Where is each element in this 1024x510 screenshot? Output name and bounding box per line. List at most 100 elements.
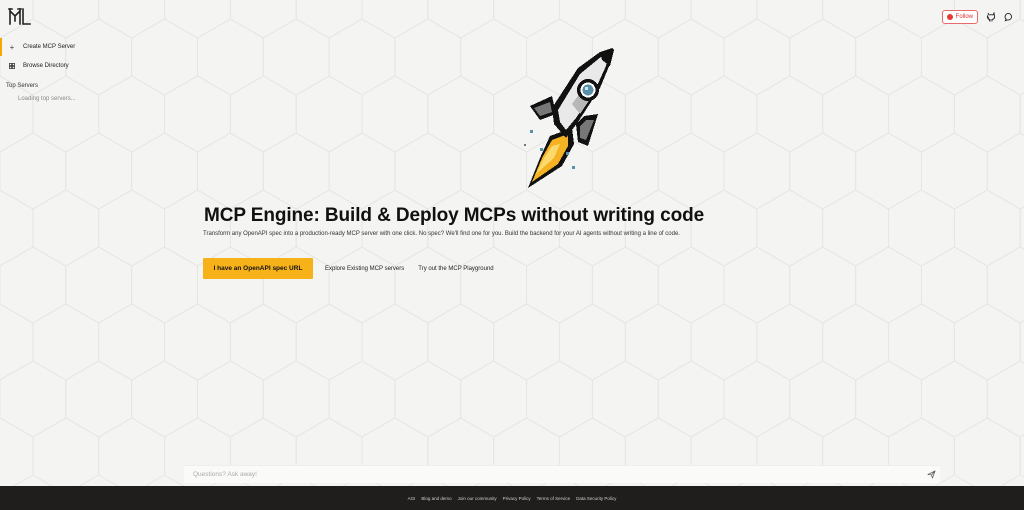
cta-row: I have an OpenAPI spec URL Explore Exist… — [203, 258, 496, 279]
hexagon-shape — [756, 303, 824, 381]
hexagon-shape — [427, 75, 495, 153]
footer-link-terms[interactable]: Terms of Service — [537, 496, 571, 501]
follow-label: Follow — [955, 14, 973, 20]
hexagon-shape — [723, 360, 791, 438]
hexagon-shape — [197, 360, 264, 438]
hexagon-shape — [98, 417, 165, 486]
github-icon[interactable] — [986, 12, 996, 22]
hexagon-shape — [888, 75, 955, 153]
hexagon-shape — [789, 246, 857, 324]
page-title: MCP Engine: Build & Deploy MCPs without … — [204, 205, 705, 226]
sidebar-item-label: Browse Directory — [23, 63, 69, 69]
ask-input[interactable] — [193, 471, 793, 478]
hexagon-shape — [394, 18, 462, 96]
hexagon-shape — [328, 360, 396, 438]
hexagon-shape — [164, 189, 231, 267]
hexagon-shape — [690, 75, 758, 153]
hexagon-shape — [953, 417, 1021, 486]
hexagon-shape — [657, 246, 725, 324]
hexagon-shape — [559, 189, 626, 267]
hexagon-shape — [559, 303, 626, 381]
hexagon-shape — [361, 75, 429, 153]
footer-link-community[interactable]: Join our community — [458, 496, 497, 501]
hexagon-shape — [197, 132, 264, 210]
chat-icon[interactable] — [1004, 12, 1014, 22]
hexagon-shape — [723, 246, 791, 324]
follow-button[interactable]: Follow — [941, 10, 978, 24]
hexagon-shape — [131, 246, 198, 324]
hexagon-shape — [822, 303, 889, 381]
hexagon-shape — [131, 360, 198, 438]
footer-link-security[interactable]: Data Security Policy — [576, 496, 616, 501]
openapi-spec-button[interactable]: I have an OpenAPI spec URL — [203, 258, 313, 279]
hexagon-shape — [789, 18, 857, 96]
hexagon-shape — [361, 0, 429, 39]
hexagon-shape — [624, 303, 692, 381]
hexagon-shape — [789, 132, 857, 210]
hexagon-shape — [888, 189, 955, 267]
logo-icon[interactable] — [8, 7, 32, 27]
playground-link[interactable]: Try out the MCP Playground — [416, 266, 495, 272]
hexagon-shape — [559, 0, 626, 39]
hexagon-shape — [986, 360, 1024, 438]
hexagon-shape — [131, 132, 198, 210]
hexagon-shape — [0, 132, 67, 210]
sidebar-item-create-mcp-server[interactable]: + Create MCP Server — [0, 38, 180, 56]
hexagon-shape — [229, 75, 297, 153]
loading-text: Loading top servers... — [18, 96, 76, 102]
hexagon-shape — [460, 18, 527, 96]
explore-servers-link[interactable]: Explore Existing MCP servers — [323, 266, 406, 272]
hexagon-shape — [229, 189, 297, 267]
hexagon-shape — [855, 246, 922, 324]
hexagon-shape — [723, 18, 791, 96]
hexagon-shape — [262, 132, 330, 210]
hexagon-shape — [624, 75, 692, 153]
sidebar-item-browse-directory[interactable]: Browse Directory — [0, 57, 180, 75]
hexagon-shape — [262, 18, 330, 96]
hexagon-shape — [921, 18, 988, 96]
rocket-illustration — [524, 48, 614, 188]
hexagon-shape — [0, 189, 34, 267]
page: Follow + Create MCP Server Browse Direct… — [0, 0, 1024, 510]
footer-link-blog[interactable]: Blog and demo — [421, 496, 451, 501]
grid-icon — [9, 62, 16, 71]
hexagon-shape — [888, 303, 955, 381]
hexagon-shape — [262, 360, 330, 438]
hexagon-shape — [657, 132, 725, 210]
hexagon-shape — [98, 0, 165, 39]
hexagon-shape — [0, 360, 67, 438]
hexagon-shape — [855, 18, 922, 96]
hexagon-shape — [460, 132, 527, 210]
plus-icon: + — [9, 42, 15, 52]
hexagon-shape — [493, 303, 560, 381]
hexagon-shape — [460, 360, 527, 438]
hexagon-shape — [756, 0, 824, 39]
footer-link-agi[interactable]: AGI — [408, 496, 416, 501]
hexagon-shape — [295, 75, 363, 153]
hexagon-shape — [394, 360, 462, 438]
hexagon-shape — [855, 132, 922, 210]
hexagon-shape — [789, 360, 857, 438]
hexagon-shape — [657, 18, 725, 96]
footer-link-privacy[interactable]: Privacy Policy — [503, 496, 531, 501]
hexagon-shape — [526, 246, 593, 324]
follow-icon — [946, 14, 953, 20]
hexagon-shape — [986, 18, 1024, 96]
hero-subtitle: Transform any OpenAPI spec into a produc… — [203, 231, 680, 237]
send-icon[interactable] — [927, 470, 936, 479]
hexagon-shape — [164, 0, 231, 39]
hexagon-shape — [328, 18, 396, 96]
hexagon-shape — [229, 303, 297, 381]
hexagon-shape — [1019, 92, 1024, 136]
hexagon-shape — [756, 75, 824, 153]
hexagon-shape — [0, 417, 34, 486]
hexagon-shape — [493, 189, 560, 267]
hexagon-shape — [953, 303, 1021, 381]
hexagon-shape — [690, 189, 758, 267]
hexagon-shape — [690, 303, 758, 381]
hexagon-shape — [657, 360, 725, 438]
hexagon-shape — [1019, 434, 1024, 478]
hexagon-shape — [526, 360, 593, 438]
hexagon-shape — [394, 132, 462, 210]
hexagon-shape — [427, 189, 495, 267]
